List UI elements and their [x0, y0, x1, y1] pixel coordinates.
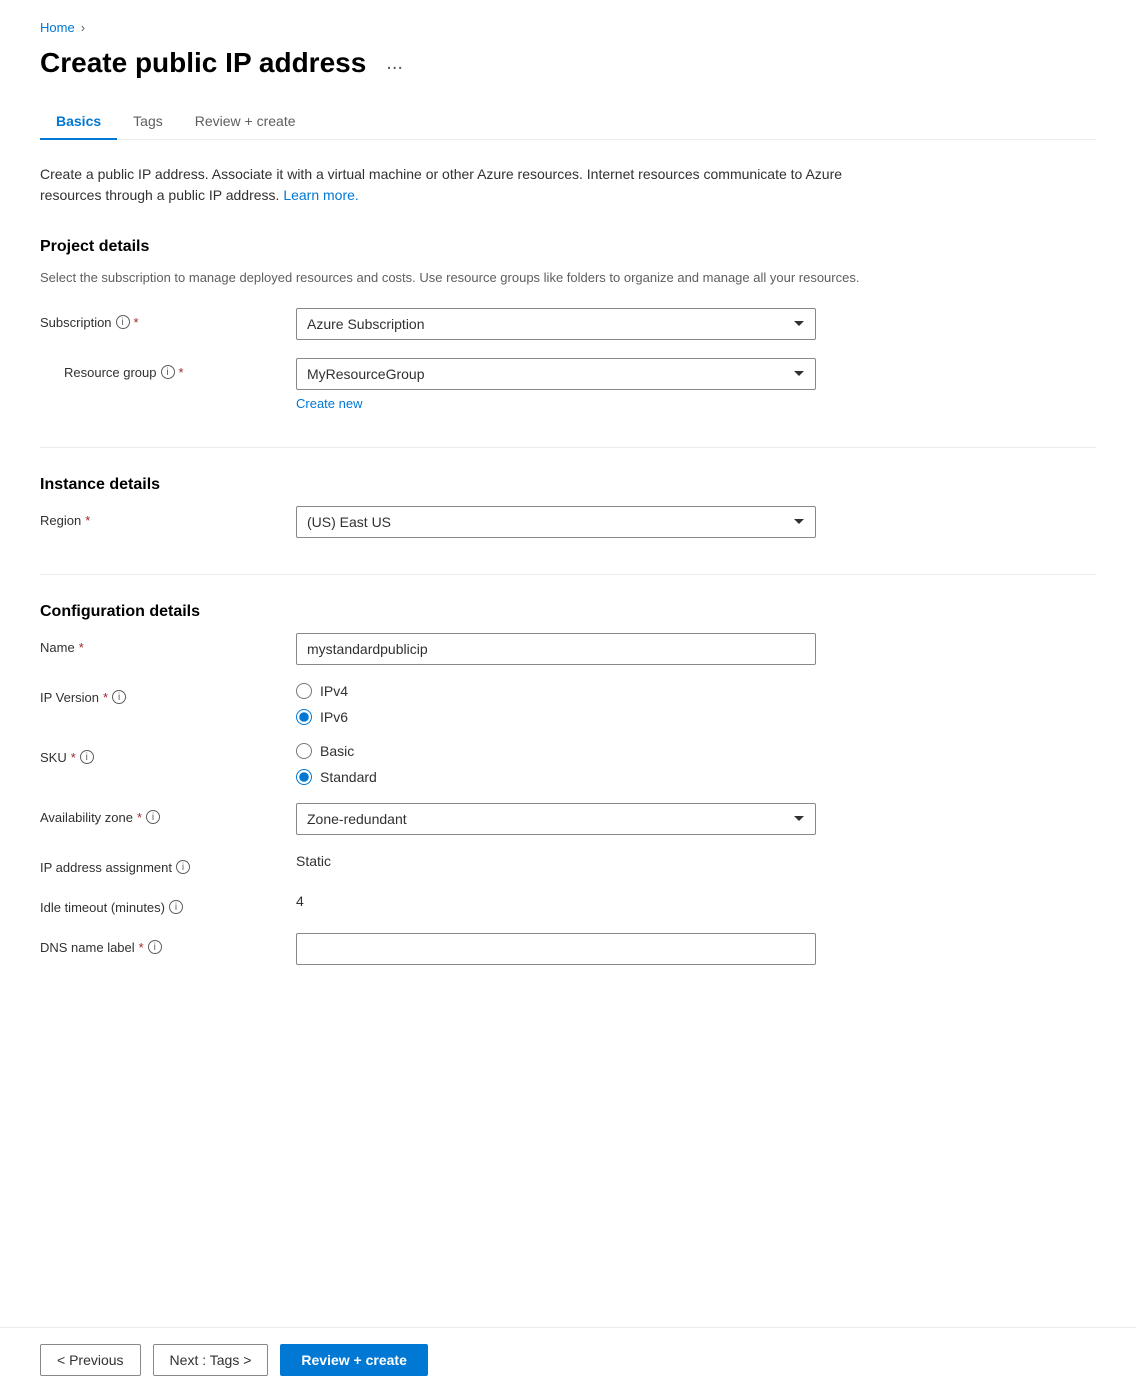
dns-name-input[interactable] [296, 933, 816, 965]
ip-address-assignment-row: IP address assignment i Static [40, 853, 1096, 875]
tab-review-create[interactable]: Review + create [179, 103, 312, 139]
region-row: Region * (US) East US [40, 506, 1096, 538]
availability-zone-label: Availability zone * i [40, 803, 280, 825]
subscription-required: * [134, 315, 139, 330]
availability-zone-select[interactable]: Zone-redundant [296, 803, 816, 835]
divider-1 [40, 447, 1096, 448]
ip-version-control: IPv4 IPv6 [296, 683, 816, 725]
availability-zone-info-icon: i [146, 810, 160, 824]
dns-name-required: * [139, 940, 144, 955]
sku-basic-radio[interactable] [296, 743, 312, 759]
sku-standard-label: Standard [320, 769, 377, 785]
tabs-nav: Basics Tags Review + create [40, 103, 1096, 140]
sku-standard-option[interactable]: Standard [296, 769, 816, 785]
previous-button[interactable]: < Previous [40, 1344, 141, 1376]
breadcrumb: Home › [40, 20, 1096, 35]
project-details-desc: Select the subscription to manage deploy… [40, 268, 860, 288]
footer: < Previous Next : Tags > Review + create [0, 1327, 1136, 1392]
ellipsis-button[interactable]: ... [378, 48, 411, 79]
resource-group-row: Resource group i * MyResourceGroup Creat… [40, 358, 1096, 411]
configuration-details-title: Configuration details [40, 603, 1096, 621]
idle-timeout-info-icon: i [169, 900, 183, 914]
page-description: Create a public IP address. Associate it… [40, 164, 860, 206]
resource-group-info-icon: i [161, 365, 175, 379]
ip-address-assignment-info-icon: i [176, 860, 190, 874]
sku-standard-radio[interactable] [296, 769, 312, 785]
ip-version-radio-group: IPv4 IPv6 [296, 683, 816, 725]
ip-version-required: * [103, 690, 108, 705]
idle-timeout-value: 4 [296, 886, 304, 909]
sku-basic-label: Basic [320, 743, 354, 759]
idle-timeout-row: Idle timeout (minutes) i 4 [40, 893, 1096, 915]
project-details-section: Project details Select the subscription … [40, 238, 1096, 411]
name-label: Name * [40, 633, 280, 655]
breadcrumb-home[interactable]: Home [40, 20, 75, 35]
dns-name-control [296, 933, 816, 965]
dns-name-info-icon: i [148, 940, 162, 954]
next-button[interactable]: Next : Tags > [153, 1344, 269, 1376]
region-label: Region * [40, 506, 280, 528]
divider-2 [40, 574, 1096, 575]
configuration-details-section: Configuration details Name * IP Version … [40, 603, 1096, 965]
resource-group-label: Resource group i * [40, 358, 280, 380]
subscription-row: Subscription i * Azure Subscription [40, 308, 1096, 340]
page-title: Create public IP address [40, 47, 366, 79]
ip-version-ipv6-option[interactable]: IPv6 [296, 709, 816, 725]
sku-info-icon: i [80, 750, 94, 764]
subscription-control: Azure Subscription [296, 308, 816, 340]
name-input[interactable] [296, 633, 816, 665]
region-select[interactable]: (US) East US [296, 506, 816, 538]
idle-timeout-value-wrap: 4 [296, 893, 816, 909]
ip-version-row: IP Version * i IPv4 IPv6 [40, 683, 1096, 725]
sku-row: SKU * i Basic Standard [40, 743, 1096, 785]
review-create-button[interactable]: Review + create [280, 1344, 427, 1376]
instance-details-title: Instance details [40, 476, 1096, 494]
ip-address-assignment-label: IP address assignment i [40, 853, 280, 875]
resource-group-select[interactable]: MyResourceGroup [296, 358, 816, 390]
region-required: * [85, 513, 90, 528]
page-title-row: Create public IP address ... [40, 47, 1096, 79]
subscription-label: Subscription i * [40, 308, 280, 330]
name-row: Name * [40, 633, 1096, 665]
dns-name-label: DNS name label * i [40, 933, 280, 955]
region-control: (US) East US [296, 506, 816, 538]
instance-details-section: Instance details Region * (US) East US [40, 476, 1096, 538]
sku-basic-option[interactable]: Basic [296, 743, 816, 759]
ip-address-assignment-value: Static [296, 846, 331, 869]
sku-required: * [71, 750, 76, 765]
ip-version-info-icon: i [112, 690, 126, 704]
subscription-select[interactable]: Azure Subscription [296, 308, 816, 340]
availability-zone-row: Availability zone * i Zone-redundant [40, 803, 1096, 835]
create-new-link[interactable]: Create new [296, 396, 362, 411]
name-required: * [79, 640, 84, 655]
name-control [296, 633, 816, 665]
ip-version-ipv4-label: IPv4 [320, 683, 348, 699]
ip-version-ipv4-radio[interactable] [296, 683, 312, 699]
ip-address-assignment-value-wrap: Static [296, 853, 816, 869]
availability-zone-required: * [137, 810, 142, 825]
ip-version-ipv6-label: IPv6 [320, 709, 348, 725]
breadcrumb-separator: › [81, 20, 85, 35]
idle-timeout-label: Idle timeout (minutes) i [40, 893, 280, 915]
resource-group-control: MyResourceGroup Create new [296, 358, 816, 411]
dns-name-row: DNS name label * i [40, 933, 1096, 965]
subscription-info-icon: i [116, 315, 130, 329]
tab-tags[interactable]: Tags [117, 103, 179, 139]
availability-zone-control: Zone-redundant [296, 803, 816, 835]
sku-radio-group: Basic Standard [296, 743, 816, 785]
ip-version-label: IP Version * i [40, 683, 280, 705]
learn-more-link[interactable]: Learn more. [283, 187, 358, 203]
project-details-title: Project details [40, 238, 1096, 256]
ip-version-ipv4-option[interactable]: IPv4 [296, 683, 816, 699]
resource-group-required: * [179, 365, 184, 380]
ip-version-ipv6-radio[interactable] [296, 709, 312, 725]
tab-basics[interactable]: Basics [40, 103, 117, 139]
sku-label: SKU * i [40, 743, 280, 765]
sku-control: Basic Standard [296, 743, 816, 785]
